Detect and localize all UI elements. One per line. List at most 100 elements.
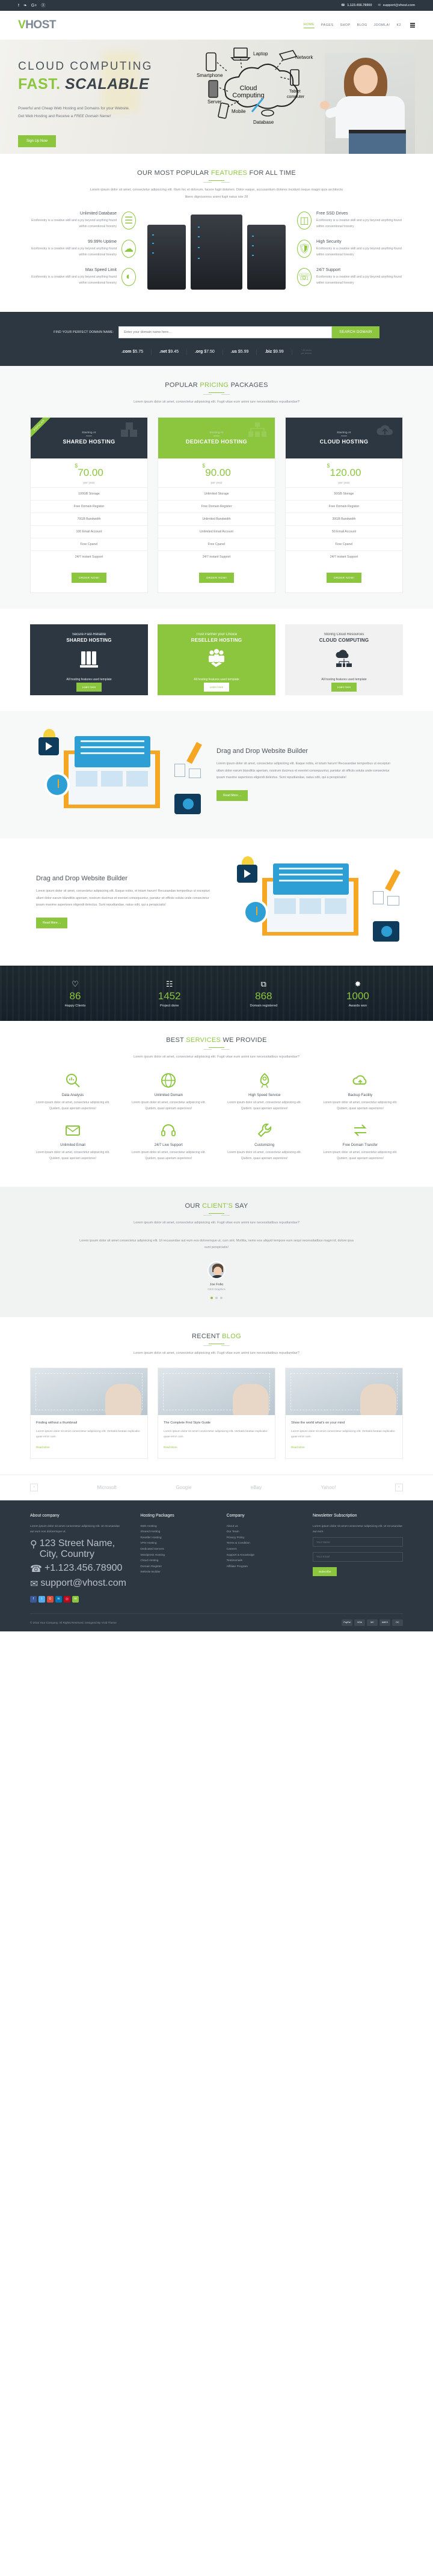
pinterest-icon[interactable]: ⓟ (64, 1595, 70, 1603)
footer-link[interactable]: Domain Register (140, 1565, 162, 1568)
footer-link[interactable]: Testimonials (227, 1559, 242, 1562)
promo-reseller-hosting[interactable]: Trust Partner your Choice RESELLER HOSTI… (158, 624, 275, 695)
footer-link[interactable]: Reseller Hosting (140, 1536, 161, 1539)
footer-link[interactable]: Careers (227, 1548, 237, 1551)
footer-link[interactable]: Cloud Hosting (140, 1559, 158, 1562)
service-customizing: Customizing Lorem ipsum dolor sit amet, … (222, 1121, 307, 1162)
headset-icon: ☏ (297, 267, 312, 286)
footer-link[interactable]: Terms & Condition (227, 1542, 250, 1545)
plan-feature: Free Domain Register (31, 499, 147, 513)
testimonial-pagination[interactable] (30, 1296, 403, 1299)
tld-item: .net $9.45 (151, 349, 186, 355)
newsletter-email-input[interactable] (312, 1551, 403, 1562)
mastercard-icon: MC (367, 1619, 378, 1626)
footer-link[interactable]: Wordpress Hosting (140, 1554, 165, 1557)
service-domain-transfer: Free Domain Transfer Lorem ipsum dolor s… (318, 1121, 403, 1162)
linkedin-icon[interactable]: in (55, 1595, 62, 1603)
blog-posts: Finding without a thumbnail Lorem ipsum … (30, 1368, 403, 1459)
domain-search-button[interactable]: SEARCH DOMAIN (332, 326, 379, 338)
facebook-icon[interactable]: f (30, 1595, 37, 1603)
builder-read-more-button[interactable]: Read More ... (36, 917, 68, 928)
footer-link[interactable]: Shared Hosting (140, 1530, 160, 1533)
post-read-more-link[interactable]: Read More (164, 1446, 177, 1449)
testimonial-title-a: OUR (185, 1202, 203, 1210)
twitter-icon[interactable]: t (38, 1595, 45, 1603)
footer-link[interactable]: Our Team (227, 1530, 239, 1533)
pinterest-icon[interactable]: ⓟ (41, 4, 45, 8)
testimonial-author-name: Joe Folio (209, 1282, 224, 1286)
counter-value: 86 (69, 990, 81, 1002)
hero-signup-button[interactable]: Sign Up Now (18, 135, 57, 147)
post-title[interactable]: Show the world what's on your mind (291, 1420, 397, 1426)
nav-item-home[interactable]: HOME (303, 23, 315, 28)
post-title[interactable]: Finding without a thumbnail (36, 1420, 142, 1426)
pricing-card-cloud[interactable]: Starting At CLOUD HOSTING $120.00 per ye… (285, 416, 403, 593)
site-footer: About company Lorem ipsum dolor sit amet… (0, 1500, 433, 1631)
footer-email[interactable]: ✉ support@vhost.com (30, 1578, 126, 1590)
nav-item-joomla[interactable]: JOOMLA! (374, 23, 390, 27)
promo-link[interactable]: Learn more (76, 682, 102, 692)
domain-search-input[interactable] (118, 326, 333, 338)
carousel-prev-icon[interactable]: ‹ (30, 1483, 38, 1491)
counter-awards-won: ✸ 1000 Awards won (313, 980, 403, 1008)
pagination-dot[interactable] (220, 1296, 223, 1299)
google-plus-icon[interactable]: G+ (31, 4, 37, 8)
footer-link[interactable]: VPS Hosting (140, 1542, 156, 1545)
hamburger-menu-icon[interactable] (410, 23, 415, 28)
footer-link[interactable]: Website Builder (140, 1571, 161, 1574)
footer-link[interactable]: About us (227, 1525, 238, 1528)
testimonial-title: OUR CLIENT'S SAY (30, 1202, 403, 1210)
blog-post[interactable]: The Complete Find Style Guide Lorem ipsu… (158, 1368, 275, 1459)
pagination-dot[interactable] (210, 1296, 213, 1299)
feature-body: Ecoforestry is a creative skill and a jo… (31, 219, 117, 229)
cloud-upload-icon: ☁ (121, 240, 136, 258)
footer-link[interactable]: Affiliate Program (227, 1565, 248, 1568)
brand-logo: Microsoft (97, 1484, 117, 1490)
twitter-icon[interactable]: ❧ (23, 4, 27, 8)
post-read-more-link[interactable]: Read More (36, 1446, 50, 1449)
shield-icon: 🛡 (297, 240, 312, 258)
nav-item-pages[interactable]: PAGES (321, 23, 334, 27)
blog-post[interactable]: Show the world what's on your mind Lorem… (285, 1368, 403, 1459)
nav-item-shop[interactable]: SHOP (340, 23, 350, 27)
newsletter-subscribe-button[interactable]: Subscribe (312, 1567, 337, 1576)
nav-item-k2[interactable]: K2 (396, 23, 401, 27)
topbar-email[interactable]: ✉ support@vhost.com (378, 4, 415, 7)
plan-feature: 24/7 instant Support (31, 550, 147, 563)
footer-link[interactable]: Support & Knowledge (227, 1554, 254, 1557)
promo-link[interactable]: Learn more (331, 682, 357, 692)
order-now-button[interactable]: ORDER NOW! (198, 572, 235, 583)
pricing-section: POPULAR PRICING PACKAGES Lorem ipsum dol… (0, 365, 433, 609)
footer-link[interactable]: Dedicated Servers (140, 1548, 164, 1551)
order-now-button[interactable]: ORDER NOW! (326, 572, 362, 583)
order-now-button[interactable]: ORDER NOW! (71, 572, 107, 583)
nav-item-blog[interactable]: BLOG (357, 23, 367, 27)
email-icon[interactable]: ✉ (72, 1595, 79, 1603)
features-heading: OUR MOST POPULAR FEATURES FOR ALL TIME L… (30, 169, 403, 201)
pagination-dot[interactable] (215, 1296, 218, 1299)
post-title[interactable]: The Complete Find Style Guide (164, 1420, 269, 1426)
feature-title: Max Speed Limit (85, 267, 117, 272)
builder-body: Lorem ipsum dolor sit amet, consectetur … (216, 762, 390, 780)
features-section: OUR MOST POPULAR FEATURES FOR ALL TIME L… (0, 154, 433, 312)
google-plus-icon[interactable]: G (47, 1595, 54, 1603)
facebook-icon[interactable]: f (18, 4, 19, 8)
post-read-more-link[interactable]: Read More (291, 1446, 305, 1449)
newsletter-name-input[interactable] (312, 1537, 403, 1547)
pricing-card-dedicated[interactable]: Starting At DEDICATED HOSTING $90.00 per… (158, 416, 275, 593)
footer-link[interactable]: Web Hosting (140, 1525, 156, 1528)
promo-shared-hosting[interactable]: Secure-Fast-Reliable SHARED HOSTING All … (30, 624, 148, 695)
promo-cloud-computing[interactable]: Storing Cloud Resources CLOUD COMPUTING … (285, 624, 403, 695)
plan-name: SHARED HOSTING (63, 439, 115, 445)
footer-phone-value: +1.123.456.78900 (44, 1562, 123, 1573)
builder-read-more-button[interactable]: Read More ... (216, 790, 248, 801)
promo-desc: All hosting features used template (66, 677, 112, 681)
blog-post[interactable]: Finding without a thumbnail Lorem ipsum … (30, 1368, 148, 1459)
pricing-card-shared[interactable]: POPULAR Starting At SHARED HOSTING $70.0… (30, 416, 148, 593)
footer-link[interactable]: Privacy Policy (227, 1536, 245, 1539)
promo-link[interactable]: Learn more (203, 682, 230, 692)
site-logo[interactable]: VHOST (18, 19, 56, 32)
carousel-next-icon[interactable]: › (395, 1483, 403, 1491)
plan-feature: Free Cpanel (158, 537, 275, 550)
tld-price: $9.99 (273, 350, 284, 355)
